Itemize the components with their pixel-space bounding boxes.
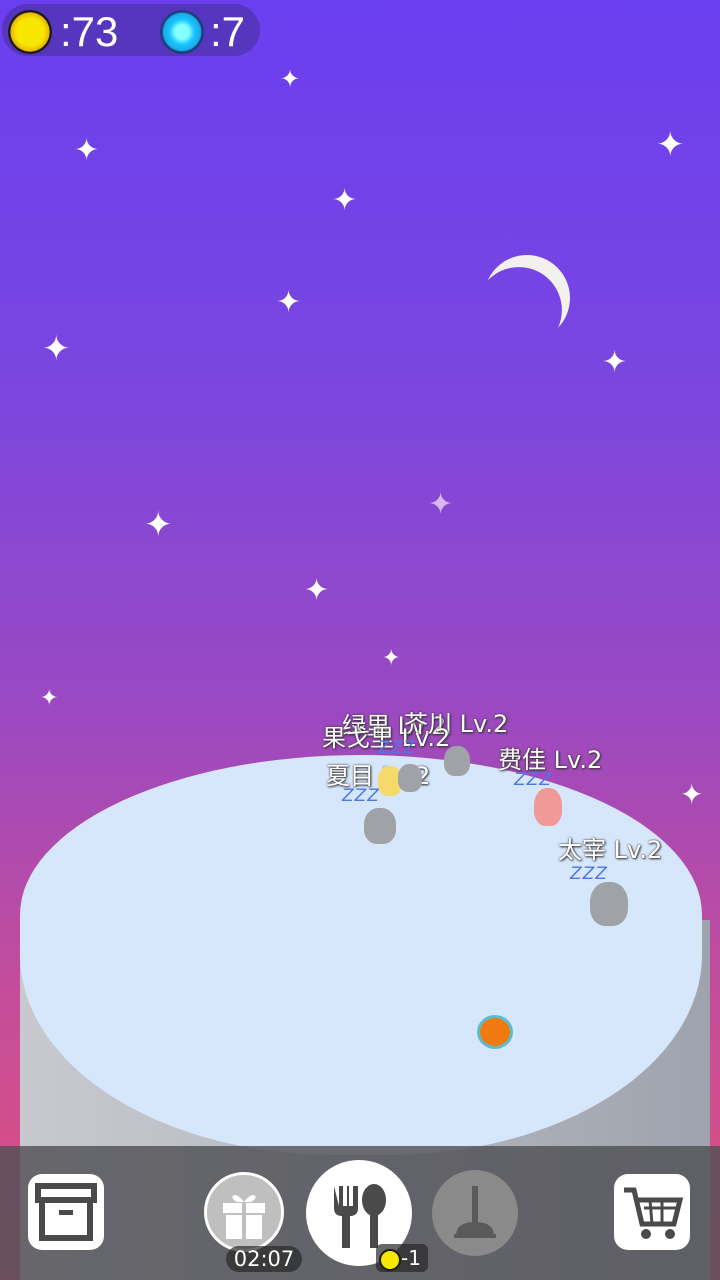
gift-button[interactable] bbox=[204, 1172, 284, 1252]
star-icon: ✦ bbox=[602, 345, 628, 380]
pet-sprite[interactable] bbox=[364, 808, 396, 844]
pet-sprite[interactable] bbox=[534, 788, 562, 826]
storage-button[interactable] bbox=[28, 1174, 104, 1250]
star-icon: ✦ bbox=[42, 329, 71, 369]
star-icon: ✦ bbox=[74, 133, 100, 168]
gem-icon bbox=[160, 10, 204, 54]
plunger-icon bbox=[454, 1186, 496, 1238]
moon-icon bbox=[466, 237, 587, 358]
pet-sprite[interactable] bbox=[444, 746, 470, 776]
pet-sprite[interactable] bbox=[398, 764, 422, 792]
sleep-indicator: ZZZ bbox=[342, 786, 380, 806]
star-icon: ✦ bbox=[382, 646, 401, 671]
island-surface[interactable] bbox=[20, 755, 702, 1155]
pet-label: 太宰 Lv.2 bbox=[558, 836, 663, 864]
star-icon: ✦ bbox=[428, 487, 454, 522]
shop-button[interactable] bbox=[614, 1174, 690, 1250]
gem-count: :7 bbox=[210, 8, 246, 55]
star-icon: ✦ bbox=[656, 125, 685, 165]
food-orange[interactable] bbox=[480, 1018, 510, 1046]
star-icon: ✦ bbox=[680, 778, 704, 811]
sleep-indicator: ZZZ bbox=[570, 864, 608, 884]
currency-bar: :73 :7 bbox=[2, 4, 260, 56]
coin-icon bbox=[379, 1248, 401, 1271]
star-icon: ✦ bbox=[276, 285, 302, 320]
pet-sprite[interactable] bbox=[590, 882, 628, 926]
star-icon: ✦ bbox=[40, 686, 59, 711]
star-icon: ✦ bbox=[280, 65, 301, 93]
gift-timer: 02:07 bbox=[226, 1246, 302, 1272]
sleep-indicator: ZZZ bbox=[514, 770, 552, 790]
star-icon: ✦ bbox=[332, 183, 358, 218]
feed-cost: -1 bbox=[376, 1244, 428, 1272]
cart-icon bbox=[624, 1187, 684, 1239]
coin-icon bbox=[8, 10, 52, 54]
storage-box-icon bbox=[35, 1183, 97, 1241]
gift-icon bbox=[223, 1194, 265, 1239]
coin-count: :73 bbox=[60, 8, 119, 55]
game-scene: ✦ ✦ ✦ ✦ ✦ ✦ ✦ ✦ ✦ ✦ ✦ ✦ ✦ 绿里 Lv.2 芥川 Lv.… bbox=[0, 0, 720, 1280]
sleep-indicator: ZZZ bbox=[378, 738, 416, 758]
clean-button[interactable] bbox=[432, 1170, 518, 1256]
star-icon: ✦ bbox=[304, 573, 330, 608]
star-icon: ✦ bbox=[144, 505, 173, 545]
